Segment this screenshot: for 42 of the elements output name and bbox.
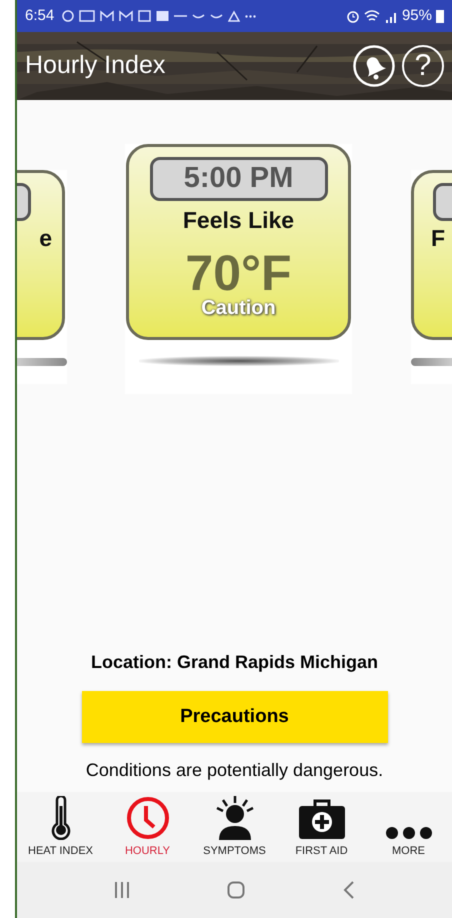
time-label: 5:00 PM [150,157,328,201]
status-message: Conditions are potentially dangerous. [84,759,384,782]
bell-icon[interactable] [352,44,396,88]
nav-tab[interactable]: MORE [368,795,450,859]
thermometer-icon [50,796,72,840]
dash-icon [174,15,188,17]
home-icon[interactable] [227,881,246,899]
triangle-icon [228,9,240,23]
mail-icon [119,9,134,23]
recent-apps-icon[interactable] [114,881,130,899]
forecast-card[interactable]: F [411,170,452,340]
first-aid-kit-icon [298,798,346,840]
feels-like-label: e [39,224,52,253]
battery-icon [436,9,444,23]
temperature-value: 70°F [185,248,292,298]
help-button[interactable]: ? [402,45,444,87]
wifi-icon [364,9,380,23]
square-icon [138,9,152,23]
message-icon [79,9,96,23]
back-icon[interactable] [343,881,356,899]
location-label: Location: Grand Rapids Michigan [90,651,379,674]
nav-tab[interactable]: SYMPTOMS [194,795,276,859]
precautions-button[interactable]: Precautions [82,691,388,743]
card-shadow [411,358,452,366]
card-shadow [17,358,67,366]
square-icon [156,9,170,23]
nav-tab[interactable]: FIRST AID [280,795,362,859]
feels-like-label: Feels Like [182,206,294,235]
forecast-card[interactable]: e [17,170,65,340]
status-time: 6:54 [25,6,54,26]
feels-like-label: F [431,224,446,253]
risk-level: Caution [201,298,276,318]
more-icon [384,826,432,840]
screen-title: Hourly Index [25,50,166,82]
nav-tab[interactable]: HOURLY [106,795,188,859]
mail-icon [100,9,114,23]
clock-icon [126,796,170,840]
ellipsis-icon [245,14,256,18]
forecast-card[interactable]: 5:00 PM Feels Like 70°F Caution [126,144,351,340]
nav-tab[interactable]: HEAT INDEX [20,795,102,859]
battery-percent: 95% [402,6,432,26]
alarm-icon [346,9,360,23]
